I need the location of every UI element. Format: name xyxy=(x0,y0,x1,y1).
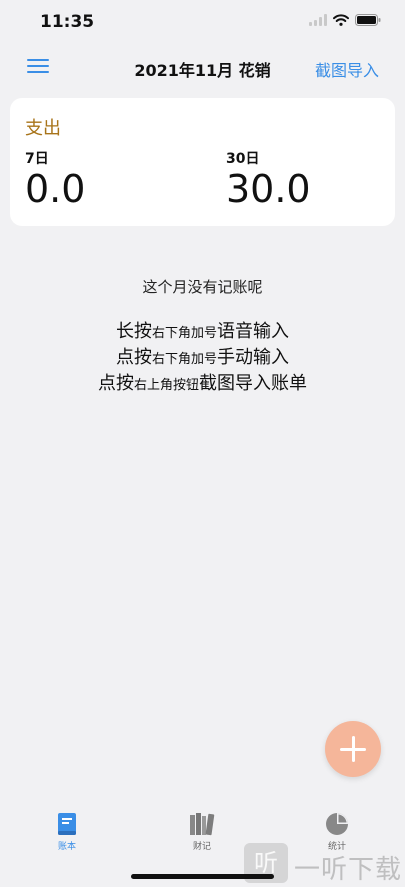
empty-state-message: 这个月没有记账呢 xyxy=(142,278,263,296)
thirty-day-label: 30日 xyxy=(226,151,260,167)
thirty-day-value: 30.0 xyxy=(226,167,311,211)
tab-label: 财记 xyxy=(192,842,211,852)
tab-label: 账本 xyxy=(57,842,76,852)
seven-day-value: 0.0 xyxy=(25,167,86,211)
instruction-location: 右上角按钮 xyxy=(133,378,199,393)
instruction-location: 右下角加号 xyxy=(151,326,217,341)
status-icons xyxy=(309,14,381,26)
watermark-text: 一听下载 xyxy=(294,855,403,885)
expense-title: 支出 xyxy=(25,118,61,139)
tab-finance-notes[interactable]: 财记 xyxy=(172,812,232,852)
seven-day-stat: 7日 0.0 xyxy=(25,148,85,210)
expense-summary-card: 支出 7日 0.0 30日 30.0 xyxy=(10,98,395,226)
ledger-book-icon xyxy=(37,812,97,836)
instruction-location: 右下角加号 xyxy=(151,352,217,367)
instruction-action: 点按 xyxy=(115,347,152,368)
instruction-result: 语音输入 xyxy=(217,321,289,342)
instruction-result: 截图导入账单 xyxy=(199,373,307,394)
plus-icon xyxy=(351,736,355,762)
instruction-action: 点按 xyxy=(97,373,134,394)
tab-ledger[interactable]: 账本 xyxy=(37,812,97,852)
wifi-icon xyxy=(333,14,349,26)
pie-chart-icon xyxy=(307,812,367,836)
navigation-bar: 2021年11月 花销 截图导入 xyxy=(0,46,405,90)
instruction-line: 长按右下角加号语音输入 xyxy=(0,319,405,345)
battery-icon xyxy=(355,14,381,26)
instruction-line: 点按右下角加号手动输入 xyxy=(0,345,405,371)
instruction-action: 长按 xyxy=(115,321,152,342)
add-entry-button[interactable] xyxy=(325,721,381,777)
seven-day-label: 7日 xyxy=(25,151,49,167)
books-icon xyxy=(172,812,232,836)
status-time: 11:35 xyxy=(40,12,95,32)
watermark: 听 一听下载 xyxy=(244,840,405,887)
home-indicator xyxy=(131,874,274,879)
screenshot-import-button[interactable]: 截图导入 xyxy=(315,57,379,81)
instruction-result: 手动输入 xyxy=(217,347,289,368)
cellular-signal-icon xyxy=(309,14,327,26)
instruction-line: 点按右上角按钮截图导入账单 xyxy=(0,371,405,397)
thirty-day-stat: 30日 30.0 xyxy=(226,148,311,210)
usage-instructions: 长按右下角加号语音输入 点按右下角加号手动输入 点按右上角按钮截图导入账单 xyxy=(0,319,405,397)
status-bar: 11:35 xyxy=(0,0,405,46)
